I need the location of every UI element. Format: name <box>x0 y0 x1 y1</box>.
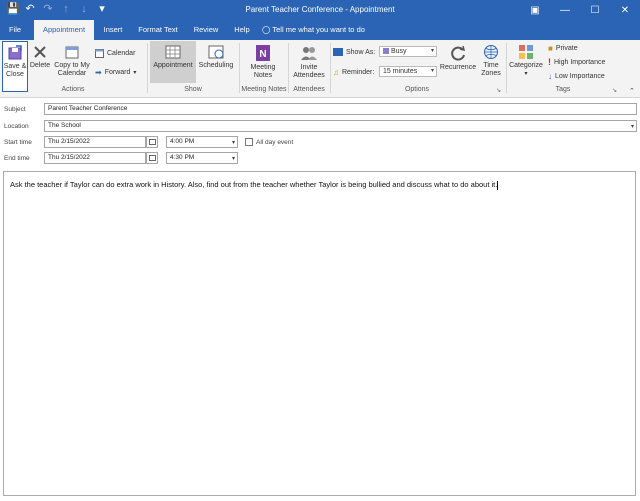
minimize-icon[interactable]: — <box>550 0 580 20</box>
categorize-icon <box>519 45 533 59</box>
time-zones-button[interactable]: Time Zones <box>478 44 504 78</box>
low-importance-button[interactable]: ↓ Low Importance <box>548 71 605 81</box>
chevron-down-icon: ▾ <box>524 71 528 77</box>
exclamation-icon: ! <box>548 57 551 67</box>
svg-text:N: N <box>259 49 266 60</box>
close-icon[interactable]: ✕ <box>610 0 640 20</box>
reminder-select[interactable]: 15 minutes ▾ <box>379 66 437 77</box>
options-dialog-launcher-icon[interactable]: ↘ <box>496 87 501 94</box>
globe-icon <box>484 45 498 59</box>
categorize-button[interactable]: Categorize ▾ <box>508 44 544 78</box>
busy-color-swatch <box>383 48 389 55</box>
show-as-select[interactable]: Busy ▾ <box>379 46 437 57</box>
chevron-down-icon: ▾ <box>430 68 434 74</box>
tags-dialog-launcher-icon[interactable]: ↘ <box>612 87 617 94</box>
delete-button[interactable]: Delete <box>29 44 51 70</box>
calendar-icon <box>95 48 104 58</box>
end-time-label: End time <box>4 155 30 162</box>
high-importance-button[interactable]: ! High Importance <box>548 57 605 67</box>
subject-label: Subject <box>4 106 26 113</box>
all-day-checkbox[interactable] <box>245 138 253 146</box>
show-as-icon <box>333 48 343 56</box>
lock-icon: ■ <box>548 43 553 53</box>
chevron-down-icon: ▾ <box>430 48 434 54</box>
meeting-notes-button[interactable]: N Meeting Notes <box>242 44 284 80</box>
forward-button[interactable]: ➡ Forward ▾ <box>95 67 136 77</box>
group-label-attendees: Attendees <box>293 86 325 93</box>
scheduling-button[interactable]: Scheduling <box>197 44 235 70</box>
title-bar: 💾 ↶ ↷ ↑ ↓ ▾ Parent Teacher Conference - … <box>0 0 640 20</box>
copy-calendar-icon <box>65 46 79 59</box>
group-label-meeting-notes: Meeting Notes <box>241 86 287 93</box>
group-label-actions: Actions <box>61 86 85 93</box>
end-date-field[interactable]: Thu 2/15/2022 <box>44 152 146 164</box>
tab-file[interactable]: File <box>0 20 30 40</box>
recurrence-button[interactable]: Recurrence <box>439 44 477 72</box>
chevron-down-icon: ▾ <box>231 156 235 162</box>
all-day-label: All day event <box>256 139 294 146</box>
bell-icon: ♫ <box>333 67 339 77</box>
body-text: Ask the teacher if Taylor can do extra w… <box>10 180 498 189</box>
ribbon-tabs: File Appointment Insert Format Text Revi… <box>0 20 640 40</box>
people-icon <box>301 47 317 60</box>
chevron-down-icon: ▾ <box>133 69 137 76</box>
group-label-options: Options <box>404 86 430 93</box>
tell-me-search[interactable]: ◯ Tell me what you want to do <box>262 20 365 40</box>
delete-icon <box>34 46 46 58</box>
appointment-icon <box>165 45 181 59</box>
chevron-down-icon: ▾ <box>231 140 235 146</box>
tab-help[interactable]: Help <box>228 20 256 40</box>
start-time-select[interactable]: 4:00 PM ▾ <box>166 136 238 148</box>
start-date-calendar-icon[interactable] <box>146 136 158 148</box>
start-time-label: Start time <box>4 139 32 146</box>
location-field[interactable]: The School ▾ <box>44 120 637 132</box>
forward-icon: ➡ <box>95 67 102 77</box>
lightbulb-icon: ◯ <box>262 25 271 34</box>
collapse-ribbon-icon[interactable]: ⌃ <box>629 87 635 95</box>
appointment-view-button[interactable]: Appointment <box>150 41 196 83</box>
invite-attendees-button[interactable]: Invite Attendees <box>290 44 328 80</box>
onenote-icon: N <box>256 45 270 61</box>
text-caret <box>497 180 499 190</box>
restore-icon[interactable]: ▣ <box>520 0 550 20</box>
recurrence-icon <box>451 45 466 61</box>
group-label-show: Show <box>184 86 202 93</box>
group-label-tags: Tags <box>555 86 571 93</box>
scheduling-icon <box>208 45 224 59</box>
tab-insert[interactable]: Insert <box>98 20 128 40</box>
copy-to-calendar-button[interactable]: Copy to My Calendar <box>52 44 92 78</box>
reminder-label: ♫ Reminder: <box>333 67 375 77</box>
save-close-button[interactable]: Save & Close <box>2 41 28 92</box>
save-close-icon <box>8 45 22 60</box>
subject-field[interactable]: Parent Teacher Conference <box>44 103 637 115</box>
tab-appointment[interactable]: Appointment <box>34 20 94 40</box>
tab-format-text[interactable]: Format Text <box>133 20 183 40</box>
location-label: Location <box>4 123 29 130</box>
chevron-down-icon[interactable]: ▾ <box>631 122 634 132</box>
arrow-down-icon: ↓ <box>548 71 552 81</box>
tab-review[interactable]: Review <box>188 20 224 40</box>
ribbon: Save & Close Delete Copy to My Calendar … <box>0 40 640 98</box>
show-as-label: Show As: <box>333 47 375 57</box>
private-button[interactable]: ■ Private <box>548 43 578 53</box>
end-time-select[interactable]: 4:30 PM ▾ <box>166 152 238 164</box>
maximize-icon[interactable]: ☐ <box>580 0 610 20</box>
message-body[interactable]: Ask the teacher if Taylor can do extra w… <box>3 171 636 496</box>
calendar-button[interactable]: Calendar <box>95 48 135 58</box>
end-date-calendar-icon[interactable] <box>146 152 158 164</box>
start-date-field[interactable]: Thu 2/15/2022 <box>44 136 146 148</box>
body-text-container: Ask the teacher if Taylor can do extra w… <box>10 180 499 190</box>
